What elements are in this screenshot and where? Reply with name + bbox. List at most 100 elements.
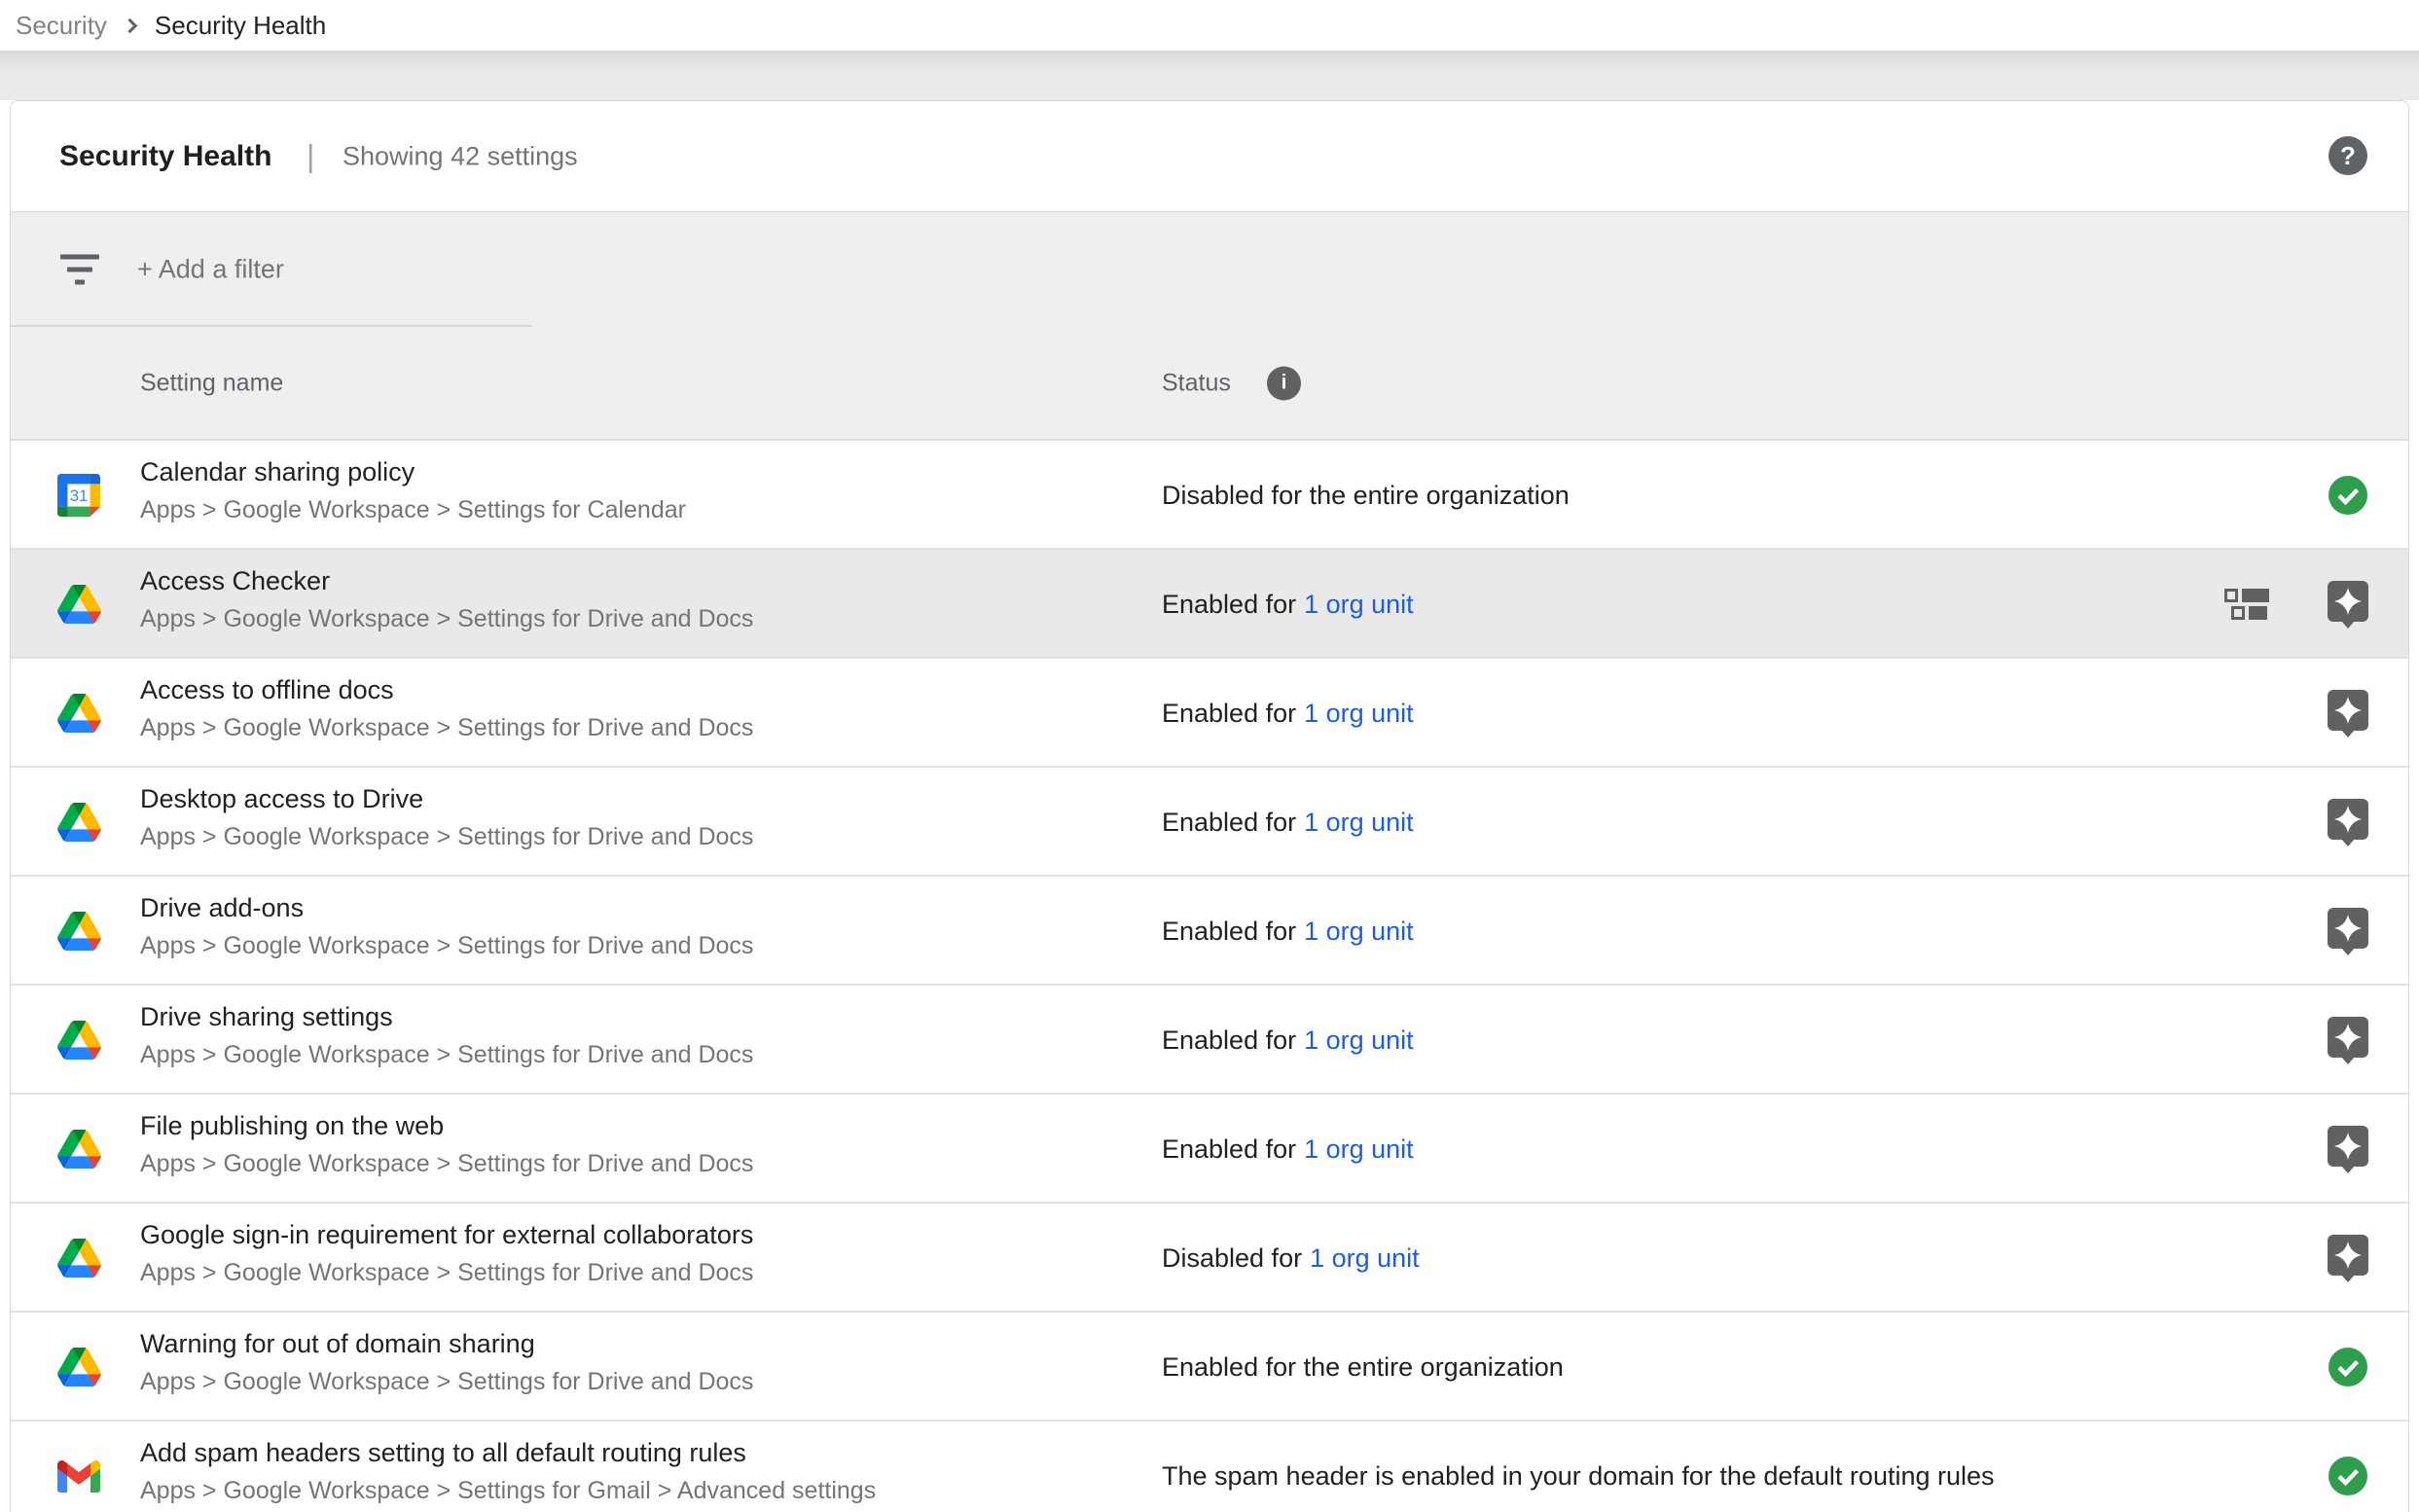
drive-icon <box>57 1239 101 1278</box>
table-row[interactable]: 31 Desktop access to Drive Ap <box>11 768 2408 877</box>
table-row[interactable]: 31 Warning for out of domain sharin <box>11 1313 2408 1422</box>
status-cell: Enabled for 1 org unit <box>1162 1095 1414 1204</box>
org-unit-link[interactable]: 1 org unit <box>1304 1026 1414 1056</box>
drive-icon <box>57 1348 101 1386</box>
setting-name: Warning for out of domain sharing <box>140 1327 753 1360</box>
setting-path: Apps > Google Workspace > Settings for D… <box>140 821 753 852</box>
table-row[interactable]: 31 Access Checker Apps > Goog <box>11 550 2408 659</box>
setting-name: Calendar sharing policy <box>140 455 686 488</box>
org-unit-link[interactable]: 1 org unit <box>1304 1134 1414 1165</box>
breadcrumb: Security Security Health <box>0 0 2419 51</box>
recommendation-flag-icon[interactable] <box>2327 580 2369 629</box>
row-main: Warning for out of domain sharing Apps >… <box>140 1327 753 1397</box>
row-main: File publishing on the web Apps > Google… <box>140 1109 753 1179</box>
recommendation-flag-icon[interactable] <box>2327 689 2369 738</box>
row-main: Drive sharing settings Apps > Google Wor… <box>140 1000 753 1070</box>
recommendation-flag-icon[interactable] <box>2327 1016 2369 1064</box>
org-unit-applied-icon <box>2224 589 2269 620</box>
app-icon: 31 <box>55 986 102 1095</box>
org-unit-link[interactable]: 1 org unit <box>1304 590 1414 620</box>
row-main: Access Checker Apps > Google Workspace >… <box>140 564 753 634</box>
status-cell: Disabled for 1 org unit <box>1162 1204 1420 1313</box>
org-unit-link[interactable]: 1 org unit <box>1304 808 1414 838</box>
status-text: Enabled for <box>1162 808 1296 838</box>
row-main: Calendar sharing policy Apps > Google Wo… <box>140 455 686 525</box>
setting-name: File publishing on the web <box>140 1109 753 1142</box>
svg-text:31: 31 <box>70 486 89 505</box>
settings-list: 31 Calendar sharing policy Ap <box>11 441 2408 1512</box>
status-cell: Enabled for 1 org unit <box>1162 986 1414 1095</box>
status-text: Disabled for <box>1162 1243 1302 1274</box>
recommendation-flag-icon[interactable] <box>2327 1125 2369 1173</box>
row-main: Desktop access to Drive Apps > Google Wo… <box>140 782 753 852</box>
status-text: Disabled for the entire organization <box>1162 481 1570 511</box>
status-info-icon[interactable]: i <box>1267 366 1301 400</box>
recommendation-flag-icon[interactable] <box>2327 798 2369 846</box>
status-ok-icon <box>2329 476 2367 515</box>
row-main: Add spam headers setting to all default … <box>140 1436 876 1506</box>
setting-path: Apps > Google Workspace > Settings for D… <box>140 1257 753 1288</box>
setting-path: Apps > Google Workspace > Settings for D… <box>140 1148 753 1179</box>
drive-icon <box>57 912 101 951</box>
status-text: The spam header is enabled in your domai… <box>1162 1461 1995 1492</box>
org-unit-link[interactable]: 1 org unit <box>1304 699 1414 729</box>
status-cell: Enabled for 1 org unit <box>1162 550 1414 659</box>
setting-path: Apps > Google Workspace > Settings for D… <box>140 930 753 961</box>
setting-name: Access to offline docs <box>140 673 753 706</box>
status-cell: Enabled for 1 org unit <box>1162 877 1414 986</box>
setting-name: Google sign-in requirement for external … <box>140 1218 753 1251</box>
calendar-icon: 31 <box>57 474 100 517</box>
drive-icon <box>57 585 101 624</box>
add-filter-button[interactable]: + Add a filter <box>137 255 284 285</box>
table-row[interactable]: 31 File publishing on the web <box>11 1095 2408 1204</box>
drive-icon <box>57 1130 101 1169</box>
page-title: Security Health <box>59 140 271 173</box>
status-cell: The spam header is enabled in your domai… <box>1162 1422 1995 1512</box>
drive-icon <box>57 694 101 733</box>
setting-path: Apps > Google Workspace > Settings for D… <box>140 603 753 634</box>
table-row[interactable]: 31 Calendar sharing policy Ap <box>11 441 2408 550</box>
setting-name: Drive add-ons <box>140 891 753 924</box>
table-row[interactable]: 31 Drive add-ons Apps > Googl <box>11 877 2408 986</box>
breadcrumb-security-link[interactable]: Security <box>16 11 107 41</box>
table-header: Setting name Status i <box>11 327 2408 441</box>
recommendation-flag-icon[interactable] <box>2327 1234 2369 1282</box>
app-icon: 31 <box>55 550 102 659</box>
setting-path: Apps > Google Workspace > Settings for D… <box>140 1366 753 1397</box>
help-icon[interactable]: ? <box>2329 136 2367 175</box>
recommendation-flag-icon[interactable] <box>2327 907 2369 955</box>
setting-name: Add spam headers setting to all default … <box>140 1436 876 1469</box>
setting-name: Desktop access to Drive <box>140 782 753 815</box>
org-unit-link[interactable]: 1 org unit <box>1304 917 1414 947</box>
gmail-icon <box>57 1460 100 1493</box>
app-icon: 31 <box>55 1422 102 1512</box>
table-row[interactable]: 31 Google sign-in requirement for e <box>11 1204 2408 1313</box>
row-main: Access to offline docs Apps > Google Wor… <box>140 673 753 743</box>
app-icon: 31 <box>55 768 102 877</box>
row-main: Google sign-in requirement for external … <box>140 1218 753 1288</box>
app-icon: 31 <box>55 1095 102 1204</box>
filter-icon[interactable] <box>60 255 99 285</box>
security-health-page: Security Security Health Security Health… <box>0 0 2419 1512</box>
chevron-right-icon <box>123 18 138 33</box>
row-main: Drive add-ons Apps > Google Workspace > … <box>140 891 753 961</box>
status-cell: Enabled for the entire organization <box>1162 1313 1564 1422</box>
status-text: Enabled for <box>1162 1026 1296 1056</box>
table-row[interactable]: 31 Add spam headers setting to all <box>11 1422 2408 1512</box>
card-header: Security Health | Showing 42 settings ? <box>11 101 2408 212</box>
setting-name: Drive sharing settings <box>140 1000 753 1033</box>
table-row[interactable]: 31 Drive sharing settings App <box>11 986 2408 1095</box>
status-text: Enabled for the entire organization <box>1162 1352 1564 1383</box>
app-icon: 31 <box>55 877 102 986</box>
column-setting-name: Setting name <box>140 369 283 397</box>
table-row[interactable]: 31 Access to offline docs App <box>11 659 2408 768</box>
filter-bar: + Add a filter <box>11 212 2408 327</box>
app-icon: 31 <box>55 659 102 768</box>
status-ok-icon <box>2329 1457 2367 1495</box>
drive-icon <box>57 803 101 842</box>
org-unit-link[interactable]: 1 org unit <box>1310 1243 1420 1274</box>
settings-card: Security Health | Showing 42 settings ? … <box>10 100 2409 1512</box>
setting-name: Access Checker <box>140 564 753 597</box>
drive-icon <box>57 1021 101 1060</box>
status-ok-icon <box>2329 1348 2367 1386</box>
